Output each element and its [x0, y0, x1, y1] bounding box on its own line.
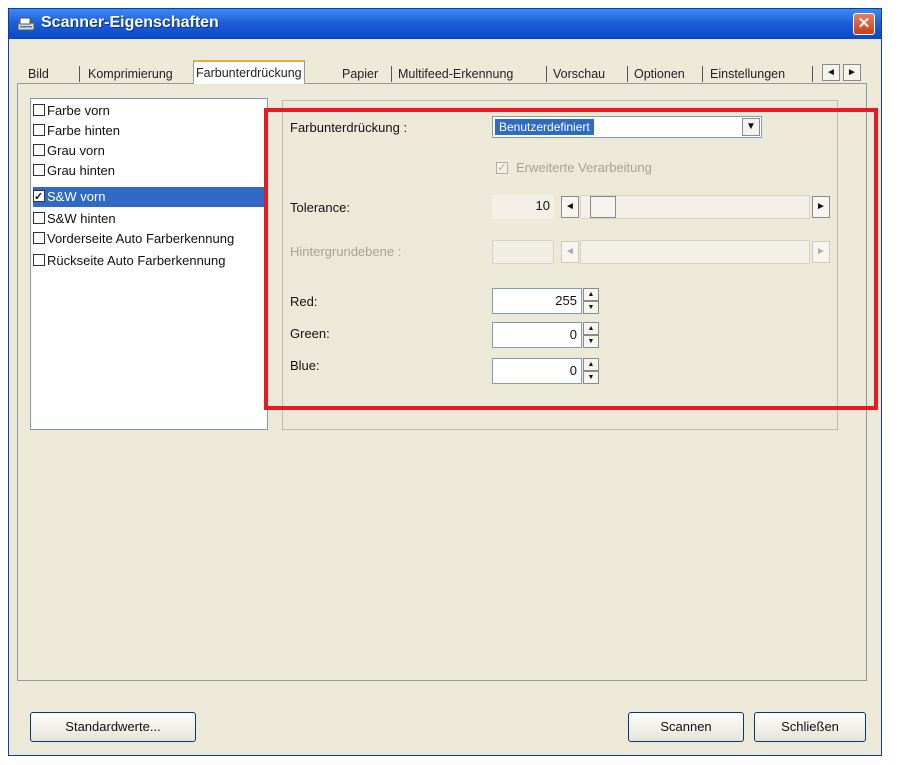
blue-label: Blue: — [290, 358, 320, 373]
list-item-label: S&W vorn — [47, 189, 106, 204]
background-left-icon[interactable]: ◄ — [561, 241, 579, 263]
blue-input[interactable]: 0 — [492, 358, 582, 384]
advanced-processing-checkbox[interactable]: ✓ — [496, 162, 508, 174]
tab-separator — [546, 66, 547, 82]
checkbox[interactable] — [33, 124, 45, 136]
dropout-select[interactable]: Benutzerdefiniert ▼ — [492, 116, 762, 138]
title-bar[interactable]: Scanner-Eigenschaften ✕ — [9, 9, 881, 39]
tab-scroll-right-icon[interactable]: ► — [843, 64, 861, 81]
background-right-icon[interactable]: ► — [812, 241, 830, 263]
background-slider-track[interactable] — [580, 240, 810, 264]
tab-bild[interactable]: Bild — [28, 64, 49, 84]
checkbox-checked[interactable] — [33, 187, 45, 207]
blue-spinner[interactable]: ▲ ▼ — [583, 358, 599, 384]
close-window-button[interactable]: ✕ — [853, 13, 875, 35]
tolerance-left-icon[interactable]: ◄ — [561, 196, 579, 218]
list-item[interactable]: Rückseite Auto Farberkennung — [33, 251, 265, 271]
tolerance-slider-thumb[interactable] — [590, 196, 616, 218]
spin-down-icon[interactable]: ▼ — [583, 371, 599, 384]
tolerance-label: Tolerance: — [290, 200, 350, 215]
defaults-button[interactable]: Standardwerte... — [30, 712, 196, 742]
tolerance-value: 10 — [492, 195, 554, 219]
list-item[interactable]: Farbe vorn — [33, 101, 265, 121]
advanced-processing-label: Erweiterte Verarbeitung — [516, 160, 652, 175]
background-level-value — [492, 240, 554, 264]
list-item-label: S&W hinten — [47, 211, 116, 226]
tab-farbunterdrueckung[interactable]: Farbunterdrückung — [193, 60, 305, 84]
checkbox[interactable] — [33, 164, 45, 176]
red-spinner[interactable]: ▲ ▼ — [583, 288, 599, 314]
spin-up-icon[interactable]: ▲ — [583, 322, 599, 335]
list-item[interactable]: Farbe hinten — [33, 121, 265, 141]
tolerance-right-icon[interactable]: ► — [812, 196, 830, 218]
tab-separator — [627, 66, 628, 82]
green-label: Green: — [290, 326, 330, 341]
tab-multifeed[interactable]: Multifeed-Erkennung — [398, 64, 513, 84]
spin-up-icon[interactable]: ▲ — [583, 358, 599, 371]
spin-up-icon[interactable]: ▲ — [583, 288, 599, 301]
list-item-label: Farbe vorn — [47, 103, 110, 118]
window-title: Scanner-Eigenschaften — [41, 14, 219, 31]
spin-down-icon[interactable]: ▼ — [583, 301, 599, 314]
checkbox[interactable] — [33, 104, 45, 116]
red-label: Red: — [290, 294, 318, 309]
tab-separator — [79, 66, 80, 82]
list-item[interactable]: Vorderseite Auto Farberkennung — [33, 229, 265, 249]
tab-optionen[interactable]: Optionen — [634, 64, 685, 84]
background-level-label: Hintergrundebene : — [290, 244, 402, 259]
tab-einstellungen[interactable]: Einstellungen — [710, 64, 785, 84]
dropout-selected-value: Benutzerdefiniert — [495, 119, 594, 135]
red-input[interactable]: 255 — [492, 288, 582, 314]
tab-scroll-left-icon[interactable]: ◄ — [822, 64, 840, 81]
chevron-down-icon[interactable]: ▼ — [742, 118, 760, 136]
close-button[interactable]: Schließen — [754, 712, 866, 742]
scan-button[interactable]: Scannen — [628, 712, 744, 742]
green-spinner[interactable]: ▲ ▼ — [583, 322, 599, 348]
scanner-icon — [17, 17, 35, 31]
list-item-label: Grau vorn — [47, 143, 105, 158]
image-type-list[interactable]: Farbe vorn Farbe hinten Grau vorn Grau h… — [30, 98, 268, 430]
list-item-label: Rückseite Auto Farberkennung — [47, 253, 226, 268]
spin-down-icon[interactable]: ▼ — [583, 335, 599, 348]
checkbox[interactable] — [33, 144, 45, 156]
list-item-label: Grau hinten — [47, 163, 115, 178]
close-icon: ✕ — [857, 15, 871, 32]
checkbox[interactable] — [33, 232, 45, 244]
list-item-label: Farbe hinten — [47, 123, 120, 138]
tab-separator — [702, 66, 703, 82]
list-item[interactable]: Grau vorn — [33, 141, 265, 161]
tab-vorschau[interactable]: Vorschau — [553, 64, 605, 84]
tab-separator — [391, 66, 392, 82]
tab-komprimierung[interactable]: Komprimierung — [88, 64, 173, 84]
list-item-label: Vorderseite Auto Farberkennung — [47, 231, 235, 246]
tab-papier[interactable]: Papier — [342, 64, 378, 84]
checkbox[interactable] — [33, 254, 45, 266]
list-item[interactable]: S&W hinten — [33, 209, 265, 229]
tab-separator — [812, 66, 813, 82]
dropout-label: Farbunterdrückung : — [290, 120, 408, 135]
list-item-selected[interactable]: S&W vorn — [33, 187, 265, 207]
list-item[interactable]: Grau hinten — [33, 161, 265, 181]
checkbox[interactable] — [33, 212, 45, 224]
green-input[interactable]: 0 — [492, 322, 582, 348]
